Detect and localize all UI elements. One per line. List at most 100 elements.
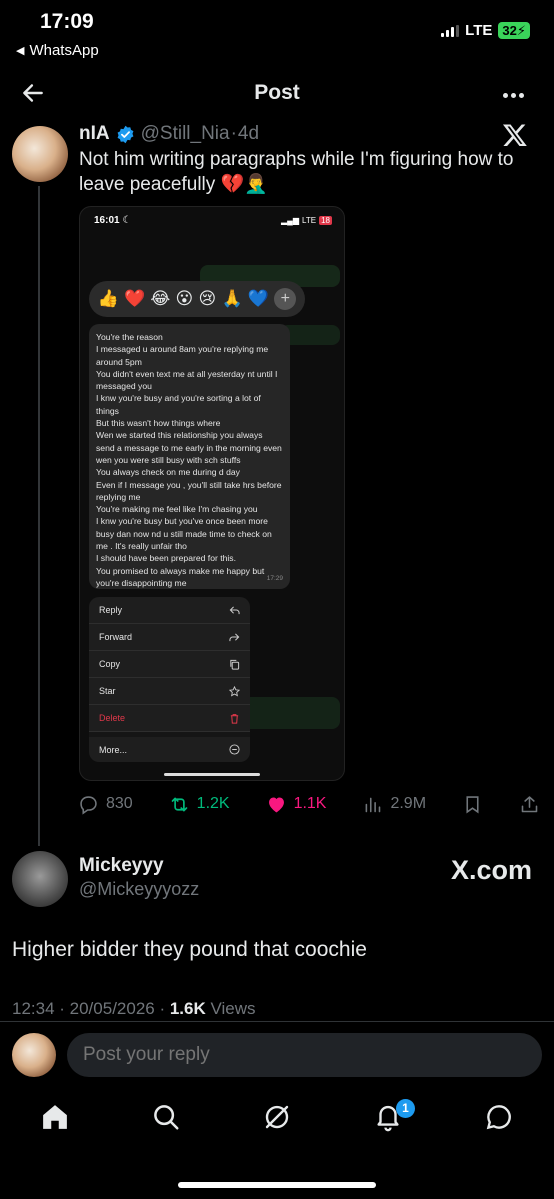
author-name: nIA xyxy=(79,123,110,144)
notification-badge: 1 xyxy=(396,1099,415,1118)
share-icon[interactable] xyxy=(519,794,540,815)
grok-icon xyxy=(265,1105,289,1129)
media-signal-icon: ▂▄▆ xyxy=(281,216,300,225)
more-icon[interactable] xyxy=(500,85,524,103)
views-button[interactable]: 2.9M xyxy=(362,794,426,815)
post-media-image[interactable]: 16:01 ☾ ▂▄▆ LTE 18 👍 ❤️ 😂 😮 😢 🙏 💙 + You'… xyxy=(79,206,345,781)
menu-item-reply: Reply xyxy=(89,597,250,624)
my-avatar xyxy=(12,1033,56,1077)
media-home-indicator xyxy=(164,773,260,776)
views-chart-icon xyxy=(366,797,381,812)
reaction-pray: 🙏 xyxy=(221,289,243,308)
nav-grok[interactable] xyxy=(262,1102,296,1136)
menu-label: Forward xyxy=(99,632,133,642)
bookmark-icon[interactable] xyxy=(462,794,483,815)
trash-icon xyxy=(230,713,239,724)
message-line: You're the reason xyxy=(96,332,163,342)
media-time: 16:01 xyxy=(94,215,120,226)
media-status-time: 16:01 ☾ xyxy=(94,215,132,226)
reply-button[interactable]: 830 xyxy=(78,794,133,815)
reply-count: 830 xyxy=(106,795,133,812)
back-to-app-link[interactable]: ◀ WhatsApp xyxy=(16,42,99,59)
xcom-watermark: X.com xyxy=(451,855,532,886)
nav-home[interactable] xyxy=(40,1102,74,1136)
message-time: 17:29 xyxy=(266,574,283,582)
message-line: I knw you're busy but you've once been m… xyxy=(96,516,272,552)
more-circle-icon xyxy=(229,744,240,755)
forward-icon xyxy=(229,632,240,641)
message-line: I should have been prepared for this. xyxy=(96,553,236,564)
menu-label: Copy xyxy=(99,659,121,669)
media-status-right: ▂▄▆ LTE 18 xyxy=(281,216,332,225)
status-time: 17:09 xyxy=(40,10,94,33)
author-avatar[interactable] xyxy=(12,126,68,182)
nav-search[interactable] xyxy=(151,1102,185,1136)
watermark-text: X.com xyxy=(450,855,532,885)
search-icon xyxy=(154,1105,179,1130)
reaction-blue-heart: 💙 xyxy=(247,289,270,308)
thread-line xyxy=(38,186,40,846)
reply-text: Higher bidder they pound that coochie xyxy=(12,938,367,961)
message-line: You promised to always make me happy but… xyxy=(96,565,265,588)
battery-icon: 32⚡ xyxy=(498,22,530,39)
nav-messages[interactable] xyxy=(484,1102,518,1136)
author-handle: @Still_Nia xyxy=(140,123,230,144)
back-triangle-icon: ◀ xyxy=(16,45,25,57)
message-line: You always check on me during d day xyxy=(96,467,240,478)
home-icon xyxy=(43,1105,67,1129)
post-metadata: 12:34 · 20/05/2026 · 1.6K Views xyxy=(12,999,256,1019)
post-author[interactable]: nIA @Still_Nia · 4d xyxy=(79,123,259,145)
like-button[interactable]: 1.1K xyxy=(266,794,327,815)
message-line: But this wasn't how things where xyxy=(96,418,221,429)
page-title: Post xyxy=(254,81,300,104)
home-indicator[interactable] xyxy=(178,1182,376,1188)
reaction-sad: 😢 xyxy=(198,289,217,308)
reply-bubble-icon xyxy=(80,795,97,815)
menu-label: Reply xyxy=(99,605,123,615)
repost-button[interactable]: 1.2K xyxy=(169,794,230,815)
view-count: 2.9M xyxy=(390,795,427,812)
reaction-wow: 😮 xyxy=(175,289,194,308)
media-network: LTE xyxy=(302,216,317,225)
message-bubble-icon xyxy=(486,1105,511,1130)
copy-icon xyxy=(230,659,240,670)
reply-author-name[interactable]: Mickeyyy xyxy=(79,855,164,877)
post-text: Not him writing paragraphs while I'm fig… xyxy=(79,149,514,195)
message-line: I messaged u around 8am you're replying … xyxy=(96,344,269,367)
star-icon xyxy=(229,685,240,697)
signal-icon xyxy=(441,24,460,37)
post-age: 4d xyxy=(237,123,260,144)
like-count: 1.1K xyxy=(293,795,327,812)
context-menu: Reply Forward Copy Star Delete More... xyxy=(89,597,250,762)
menu-item-star: Star xyxy=(89,678,250,705)
x-logo-icon xyxy=(502,124,527,147)
reaction-heart: ❤️ xyxy=(124,289,146,308)
reaction-laugh: 😂 xyxy=(150,289,171,308)
menu-label: Delete xyxy=(99,713,126,723)
menu-item-more: More... xyxy=(89,732,250,762)
repost-icon xyxy=(171,797,188,811)
post-action-bar: 830 1.2K 1.1K 2.9M xyxy=(78,791,540,817)
separator-dot: · xyxy=(230,123,237,144)
verified-badge-icon xyxy=(117,125,134,143)
repost-count: 1.2K xyxy=(196,795,230,812)
reply-author-avatar[interactable] xyxy=(12,851,68,907)
back-app-label: WhatsApp xyxy=(29,42,99,59)
message-bubble: You're the reason I messaged u around 8a… xyxy=(89,324,290,589)
reaction-thumbs-up: 👍 xyxy=(97,289,119,308)
menu-item-delete: Delete xyxy=(89,705,250,732)
network-label: LTE xyxy=(465,22,493,39)
reaction-bar: 👍 ❤️ 😂 😮 😢 🙏 💙 + xyxy=(89,281,305,317)
reply-icon xyxy=(229,605,240,614)
status-indicators: LTE 32⚡ xyxy=(441,22,530,39)
message-line: You're making me feel like I'm chasing y… xyxy=(96,504,258,515)
add-reaction-icon: + xyxy=(274,288,297,310)
views-label: Views xyxy=(205,999,256,1018)
message-line: You didn't even text me at all yesterday… xyxy=(96,368,278,392)
menu-label: More... xyxy=(99,744,128,755)
heart-filled-icon xyxy=(268,797,284,812)
reply-input[interactable] xyxy=(67,1033,542,1077)
reply-author-handle: @Mickeyyyozz xyxy=(79,879,200,899)
message-line: Even if I message you , you'll still tak… xyxy=(96,479,282,502)
menu-label: Star xyxy=(99,686,116,696)
